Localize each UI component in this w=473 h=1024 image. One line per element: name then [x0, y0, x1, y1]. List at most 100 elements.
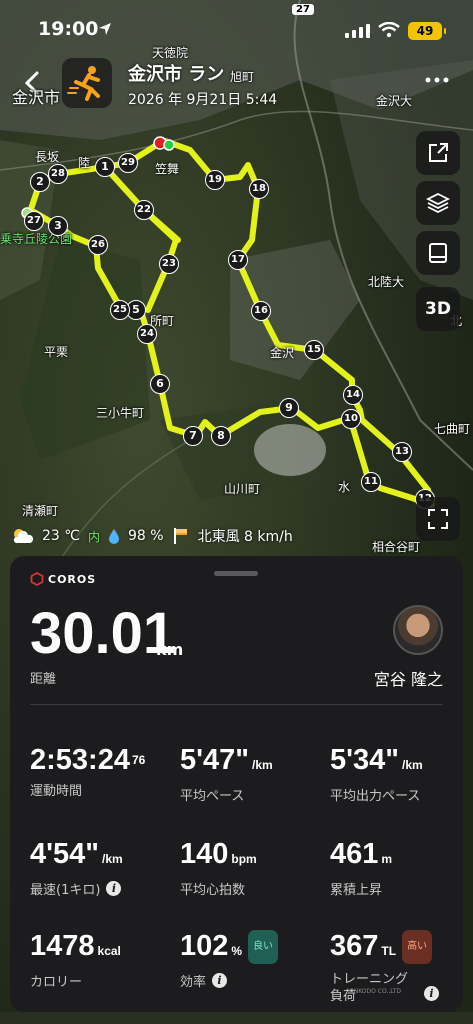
place-label-heiritsu: 平栗 [44, 345, 69, 359]
place-label-kasamai: 笠舞 [155, 162, 180, 176]
run-icon-box [62, 58, 112, 108]
efficiency-info-icon[interactable]: i [212, 973, 228, 988]
activity-title: 金沢市 ラン [128, 64, 225, 85]
fullscreen-icon [428, 509, 448, 529]
km-marker: 14 [343, 385, 363, 405]
footer-brand: KINKODO CO.,LTD [348, 988, 402, 995]
3d-view-button[interactable]: 3D [416, 287, 460, 331]
place-label-aidaya: 相合谷町 [372, 540, 421, 554]
elevation-value: 461 [330, 838, 379, 870]
more-dots-icon [425, 77, 449, 83]
avg-hr-label: 平均心拍数 [180, 883, 246, 898]
place-label-asahimachi: 旭町 [230, 70, 255, 84]
calories-value: 1478 [30, 930, 95, 962]
wifi-icon [378, 22, 400, 38]
fastest-unit: /km [102, 852, 123, 866]
avg-power-pace-label: 平均出力ペース [330, 789, 421, 804]
battery-indicator: 49 [408, 22, 446, 40]
stat-calories: 1478 kcal カロリー [30, 930, 170, 990]
km-marker: 23 [159, 254, 179, 274]
place-label-kiyose: 清瀬町 [22, 504, 59, 518]
training-load-value: 367 [330, 930, 379, 962]
brand-logo: COROS [30, 572, 96, 586]
moving-time-label: 運動時間 [30, 784, 83, 799]
weather-bar: 23 ℃ 内 98 % 北東風 8 km/h [10, 524, 293, 548]
fullscreen-button[interactable] [416, 497, 460, 541]
distance-value: 30.01 [30, 601, 176, 666]
avg-pace-value: 5'47" [180, 744, 250, 776]
km-marker: 19 [205, 170, 225, 190]
km-marker: 26 [88, 235, 108, 255]
avg-pace-label: 平均ペース [180, 789, 245, 804]
efficiency-badge: 良い [248, 930, 279, 965]
elevation-unit: m [381, 852, 393, 866]
avg-hr-value: 140 [180, 838, 229, 870]
km-marker: 3 [48, 216, 68, 236]
map-book-button[interactable] [416, 231, 460, 275]
sheet-grabber[interactable] [214, 571, 258, 576]
efficiency-value: 102 [180, 930, 229, 962]
moving-time-centiseconds: 76 [131, 753, 146, 767]
wind-flag-icon [173, 528, 187, 544]
partly-cloudy-icon [13, 529, 34, 543]
training-load-unit: TL [381, 944, 397, 958]
calories-unit: kcal [97, 944, 121, 958]
training-load-badge: 高い [402, 930, 433, 965]
back-location-label: 金沢市 [12, 88, 61, 107]
activity-datetime: 2026 年 9月21日 5:44 [128, 92, 278, 108]
km-marker: 18 [249, 179, 269, 199]
km-marker: 22 [134, 200, 154, 220]
place-label-hokuriku-dai: 北陸大 [368, 275, 405, 289]
cellular-signal-icon [345, 24, 370, 38]
share-button[interactable] [416, 131, 460, 175]
stat-avg-pace: 5'47"/km 平均ペース [180, 744, 320, 804]
km-marker: 27 [24, 211, 44, 231]
avg-power-pace-value: 5'34" [330, 744, 400, 776]
coros-logo-icon [30, 572, 44, 586]
humidity: 98 % [128, 528, 164, 544]
location-arrow-icon [99, 23, 111, 35]
more-button[interactable] [424, 70, 450, 90]
km-marker: 7 [183, 426, 203, 446]
humidity-prefix: 内 [88, 529, 101, 544]
km-marker: 9 [279, 398, 299, 418]
book-icon [429, 243, 447, 263]
calories-label: カロリー [30, 975, 83, 990]
km-marker: 17 [228, 250, 248, 270]
efficiency-label: 効率 [180, 975, 207, 990]
km-marker: 16 [251, 301, 271, 321]
distance-unit: km [156, 640, 184, 659]
efficiency-unit: % [231, 944, 243, 958]
km-marker: 28 [48, 164, 68, 184]
stat-avg-power-pace: 5'34"/km 平均出力ペース [330, 744, 470, 804]
running-icon [67, 66, 100, 101]
training-load-label: トレーニング [330, 972, 409, 987]
place-label-yamakawa: 山川町 [224, 482, 261, 496]
km-marker: 24 [137, 324, 157, 344]
avatar[interactable] [393, 605, 443, 655]
fastest-value: 4'54" [30, 838, 100, 870]
status-bar: 19:00 49 [0, 0, 473, 60]
map-layers-button[interactable] [416, 181, 460, 225]
stat-elevation: 461 m 累積上昇 [330, 838, 470, 898]
fastest-info-icon[interactable]: i [106, 881, 122, 896]
km-marker: 29 [118, 153, 138, 173]
km-marker: 13 [392, 442, 412, 462]
km-marker: 1 [95, 157, 115, 177]
km-marker: 11 [361, 472, 381, 492]
place-label-shichikyoku: 七曲町 [434, 422, 471, 436]
divider [30, 704, 443, 705]
km-marker: 2 [30, 172, 50, 192]
elevation-label: 累積上昇 [330, 883, 383, 898]
km-marker: 25 [110, 300, 130, 320]
fastest-label: 最速(1キロ) [30, 883, 101, 898]
training-load-info-icon[interactable]: i [424, 986, 439, 1001]
layers-icon [426, 192, 450, 214]
avg-hr-unit: bpm [231, 852, 257, 866]
km-marker: 8 [211, 426, 231, 446]
place-label-riku: 陸 [78, 156, 91, 170]
stat-moving-time: 2:53:24 76 運動時間 [30, 744, 170, 799]
avg-power-pace-unit: /km [402, 758, 423, 772]
share-icon [429, 143, 448, 162]
moving-time-value: 2:53:24 [30, 744, 130, 776]
